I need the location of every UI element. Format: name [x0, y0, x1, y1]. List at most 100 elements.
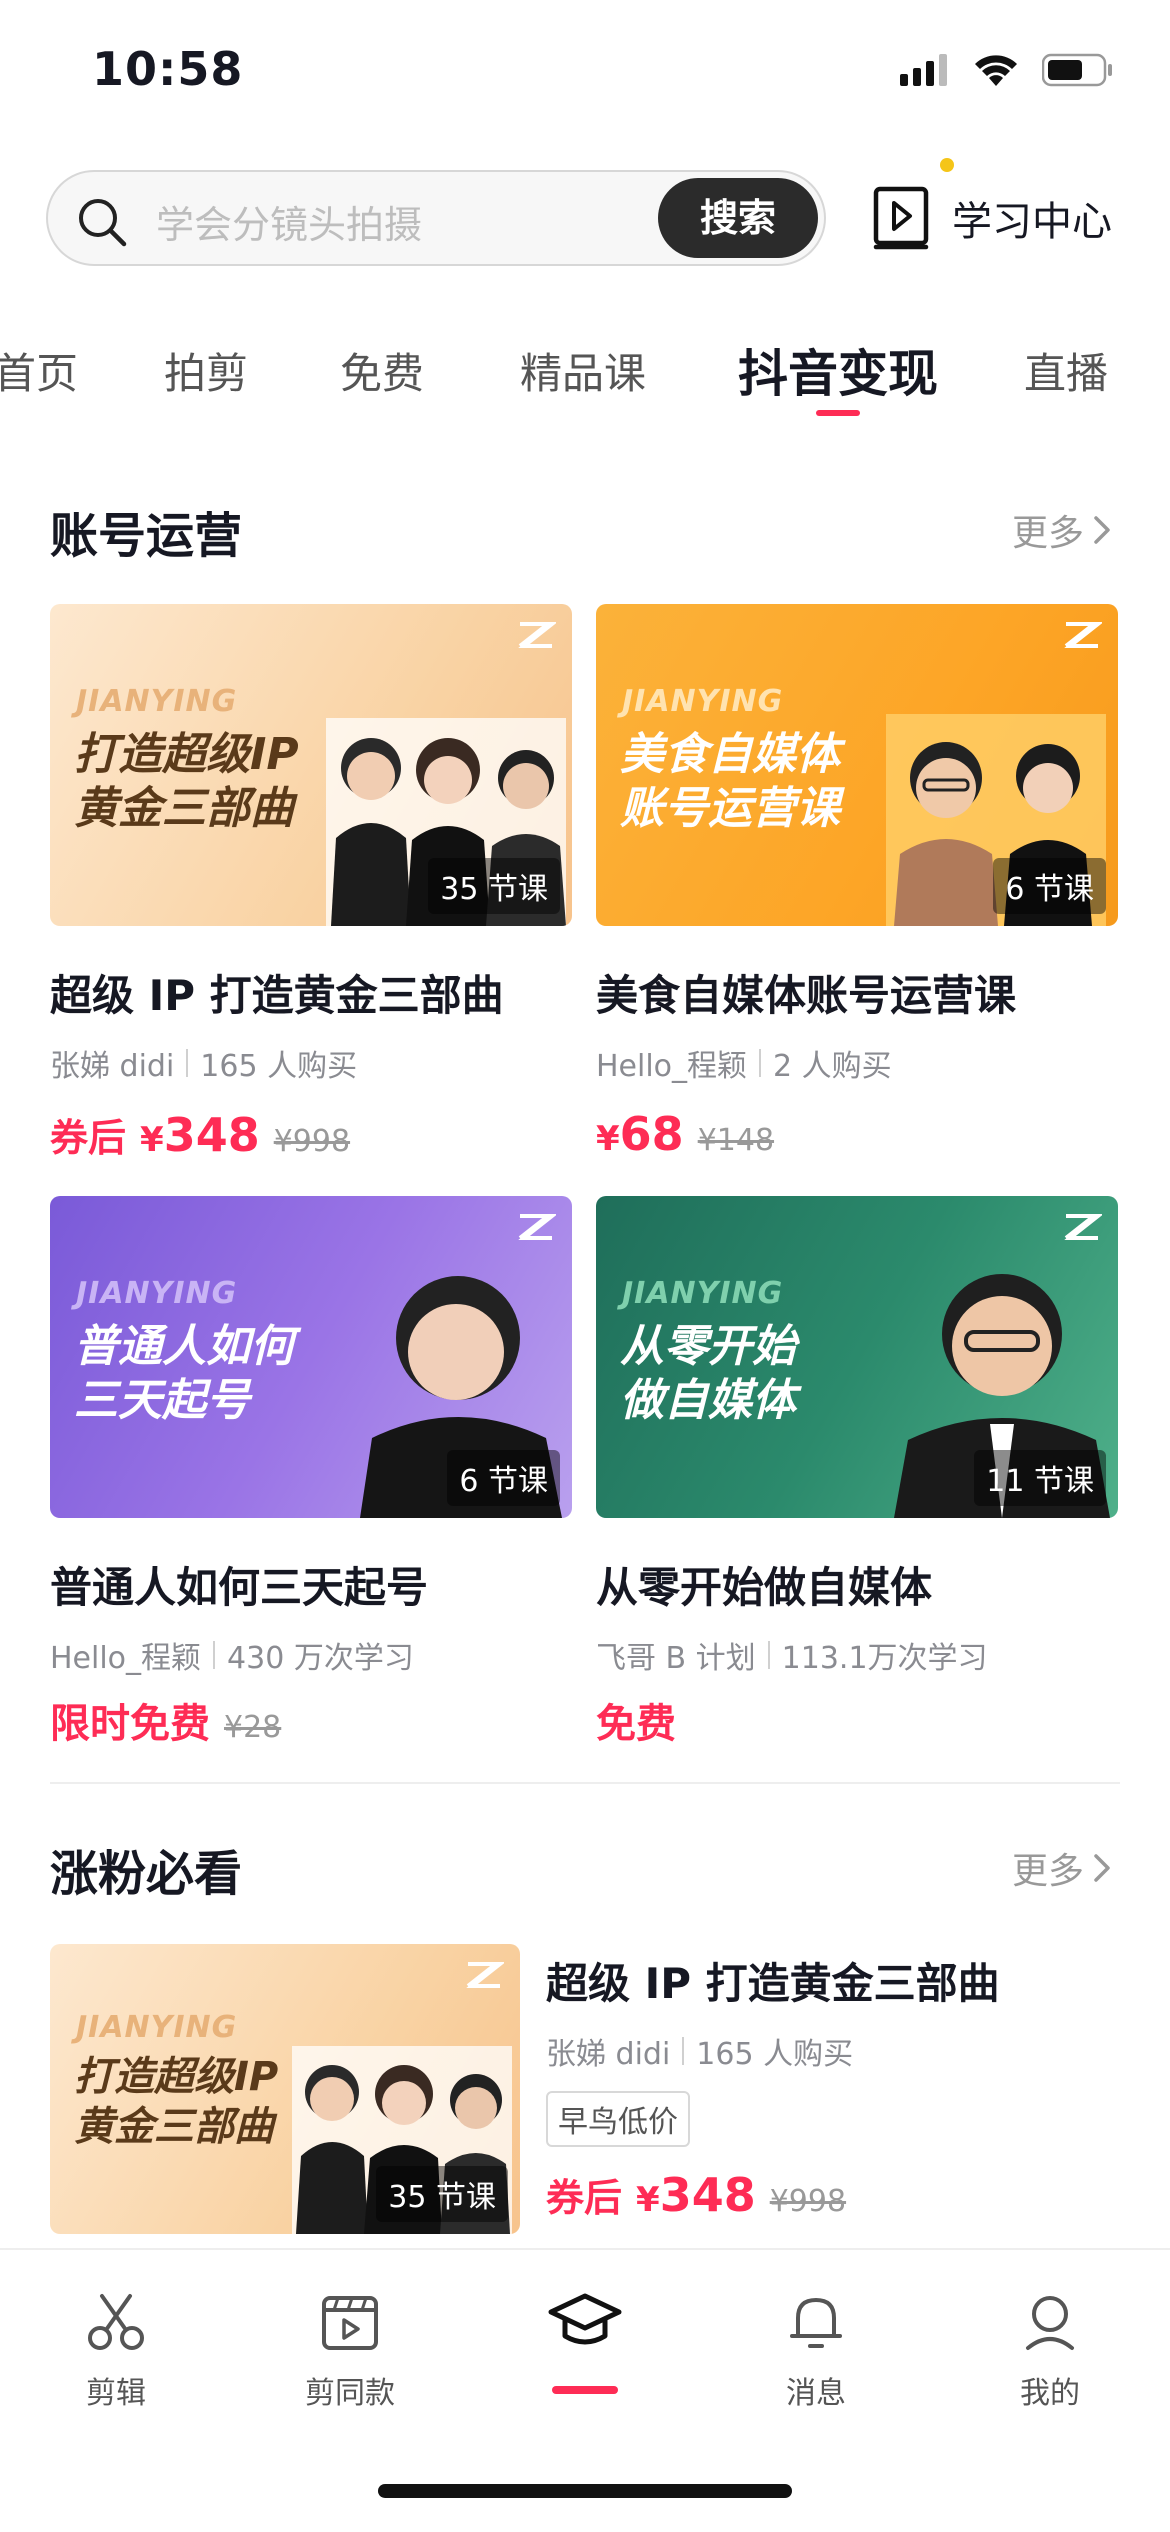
notification-dot [940, 158, 954, 172]
search-button[interactable]: 搜索 [658, 178, 818, 258]
course-title: 美食自媒体账号运营课 [596, 971, 1017, 1020]
nav-templates[interactable]: 剪同款 [270, 2290, 430, 2412]
category-tabs: 首页 拍剪 免费 精品课 抖音变现 直播 [0, 330, 1170, 430]
lesson-count-badge: 6 节课 [447, 1450, 560, 1506]
course-info: 超级 IP 打造黄金三部曲 张娣 didi 165 人购买 早鸟低价 券后 ¥3… [546, 1944, 1000, 2222]
course-card[interactable]: JIANYING 美食自媒体 账号运营课 6 节课 美食自媒体账号运营课 Hel… [596, 604, 1118, 1161]
thumbnail-headline: 从零开始 做自媒体 [620, 1321, 796, 1426]
course-title: 超级 IP 打造黄金三部曲 [50, 971, 504, 1020]
course-author: Hello_程颖 [50, 1641, 202, 1676]
coupon-label: 券后 [50, 1116, 127, 1160]
course-price: ¥348 [636, 2168, 756, 2222]
meta-separator [213, 1641, 216, 1669]
thumbnail-brand: JIANYING [76, 1276, 238, 1311]
course-author: 张娣 didi [546, 2037, 671, 2072]
course-price: ¥68 [596, 1107, 684, 1161]
capcut-logo-icon [1064, 622, 1102, 648]
chevron-right-icon [1094, 1854, 1110, 1882]
capcut-logo-icon [1064, 1214, 1102, 1240]
thumbnail-brand: JIANYING [622, 1276, 784, 1311]
lesson-count-badge: 6 节课 [993, 858, 1106, 914]
section-divider [50, 1782, 1120, 1784]
course-thumbnail: JIANYING 打造超级IP 黄金三部曲 35 节课 [50, 604, 572, 926]
tab-live[interactable]: 直播 [1024, 340, 1108, 401]
search-placeholder: 学会分镜头拍摄 [156, 203, 423, 247]
price-value: 348 [163, 1108, 260, 1162]
cellular-signal-icon [900, 54, 947, 86]
lesson-count-badge: 11 节课 [974, 1450, 1106, 1506]
nav-edit[interactable]: 剪辑 [36, 2290, 196, 2412]
course-thumbnail: JIANYING 普通人如何 三天起号 6 节课 [50, 1196, 572, 1518]
course-card[interactable]: JIANYING 普通人如何 三天起号 6 节课 普通人如何三天起号 Hello… [50, 1196, 572, 1749]
thumbnail-headline: 美食自媒体 账号运营课 [620, 729, 840, 834]
meta-separator [767, 1641, 770, 1669]
meta-separator [186, 1049, 189, 1077]
thumbnail-headline: 打造超级IP 黄金三部曲 [74, 729, 299, 834]
original-price: ¥28 [224, 1710, 282, 1745]
tab-douyin-monetize[interactable]: 抖音变现 [738, 334, 938, 406]
course-meta: Hello_程颖 2 人购买 [596, 1041, 1118, 1085]
promo-tag: 早鸟低价 [546, 2091, 690, 2147]
more-label: 更多 [1011, 1851, 1084, 1892]
course-author: 张娣 didi [50, 1049, 175, 1084]
graduation-cap-icon [548, 2293, 622, 2345]
more-link-account[interactable]: 更多 [1012, 504, 1114, 556]
tab-shoot-edit[interactable]: 拍剪 [164, 340, 248, 401]
clapper-icon [322, 2296, 378, 2350]
nav-active-indicator [552, 2386, 618, 2394]
status-icons [900, 52, 1114, 88]
active-tab-indicator [816, 410, 860, 416]
search-row: 学会分镜头拍摄 搜索 学习中心 [46, 158, 1126, 270]
nav-learn[interactable] [505, 2290, 665, 2368]
course-stat: 165 人购买 [696, 2037, 854, 2072]
thumbnail-brand: JIANYING [622, 684, 784, 719]
tab-free[interactable]: 免费 [340, 340, 424, 401]
course-card[interactable]: JIANYING 打造超级IP 黄金三部曲 35 节课 超级 IP 打造黄金三部… [50, 604, 572, 1162]
thumbnail-brand: JIANYING [76, 684, 238, 719]
course-thumbnail: JIANYING 打造超级IP 黄金三部曲 35 节课 [50, 1944, 520, 2234]
more-label: 更多 [1011, 513, 1084, 554]
more-link-fans[interactable]: 更多 [1012, 1842, 1114, 1894]
search-input[interactable]: 学会分镜头拍摄 搜索 [46, 170, 826, 266]
course-thumbnail: JIANYING 美食自媒体 账号运营课 6 节课 [596, 604, 1118, 926]
tab-premium[interactable]: 精品课 [520, 340, 646, 401]
course-card[interactable]: JIANYING 从零开始 做自媒体 11 节课 从零开始做自媒体 飞哥 B 计… [596, 1196, 1118, 1749]
meta-separator [682, 2037, 685, 2065]
price-value: 348 [659, 2168, 756, 2222]
home-indicator [378, 2484, 792, 2498]
learning-center-button[interactable]: 学习中心 [872, 170, 1112, 266]
course-stat: 165 人购买 [200, 1049, 358, 1084]
capcut-logo-icon [518, 1214, 556, 1240]
learning-center-label: 学习中心 [952, 199, 1112, 245]
original-price: ¥998 [769, 2184, 847, 2219]
course-thumbnail: JIANYING 从零开始 做自媒体 11 节课 [596, 1196, 1118, 1518]
course-title: 超级 IP 打造黄金三部曲 [546, 1959, 1000, 2008]
lesson-count-badge: 35 节课 [376, 2166, 508, 2222]
thumbnail-headline: 普通人如何 三天起号 [74, 1321, 294, 1426]
thumbnail-headline: 打造超级IP 黄金三部曲 [74, 2054, 279, 2150]
course-title: 普通人如何三天起号 [50, 1563, 429, 1612]
play-book-icon [873, 186, 929, 250]
meta-separator [759, 1049, 762, 1077]
lesson-count-badge: 35 节课 [428, 858, 560, 914]
tab-home[interactable]: 首页 [0, 340, 78, 401]
course-meta: 张娣 didi 165 人购买 [50, 1041, 572, 1085]
battery-icon [1042, 53, 1112, 87]
currency-symbol: ¥ [140, 1120, 164, 1160]
nav-label: 消息 [786, 2376, 846, 2411]
price-row: ¥68 ¥148 [596, 1107, 1118, 1161]
course-meta: 飞哥 B 计划 113.1万次学习 [596, 1633, 1118, 1677]
free-label: 免费 [596, 1701, 676, 1747]
user-icon [1026, 2296, 1074, 2350]
original-price: ¥998 [273, 1124, 351, 1159]
thumbnail-brand: JIANYING [76, 2010, 238, 2045]
course-meta: Hello_程颖 430 万次学习 [50, 1633, 572, 1677]
course-list-item[interactable]: JIANYING 打造超级IP 黄金三部曲 35 节课 超级 IP 打造黄金三部… [50, 1944, 1120, 2234]
nav-profile[interactable]: 我的 [970, 2290, 1130, 2412]
course-author: Hello_程颖 [596, 1049, 748, 1084]
nav-label: 剪同款 [305, 2376, 395, 2411]
price-row: 免费 [596, 1691, 1118, 1749]
nav-messages[interactable]: 消息 [736, 2290, 896, 2412]
search-icon [79, 199, 127, 247]
wifi-icon [975, 55, 1017, 86]
